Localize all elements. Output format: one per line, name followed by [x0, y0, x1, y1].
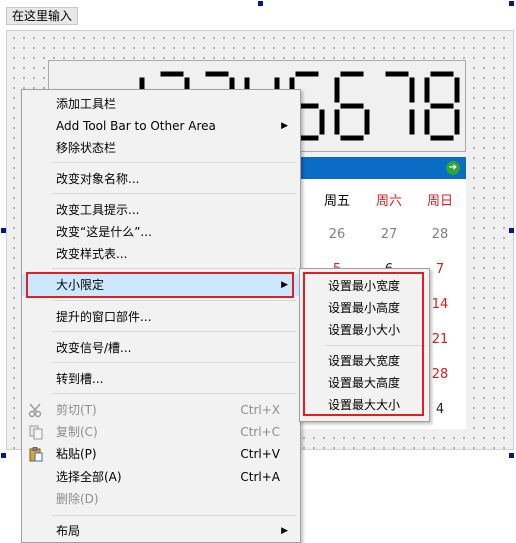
- highlight-annotation-box: [26, 272, 294, 298]
- lcd-segment: [429, 134, 455, 142]
- selection-handle[interactable]: [509, 228, 514, 233]
- submenu-arrow-icon: ▶: [281, 526, 288, 536]
- scissors-icon: [28, 403, 42, 418]
- selection-handle[interactable]: [509, 453, 514, 458]
- lcd-segment: [339, 70, 365, 78]
- menu-item-promoted-widgets[interactable]: 提升的窗口部件...: [22, 306, 300, 328]
- calendar-day-cell[interactable]: 26: [317, 227, 357, 242]
- lcd-segment: [339, 134, 365, 142]
- lcd-segment: [408, 76, 416, 104]
- menu-separator: [52, 331, 296, 332]
- menu-item-change-object-name[interactable]: 改变对象名称...: [22, 168, 300, 190]
- selection-handle[interactable]: [1, 228, 6, 233]
- menu-item-change-signals-slots[interactable]: 改变信号/槽...: [22, 337, 300, 359]
- submenu-arrow-icon: ▶: [281, 121, 288, 131]
- lcd-segment: [363, 108, 371, 136]
- lcd-segment: [339, 102, 365, 110]
- selection-handle[interactable]: [258, 1, 263, 6]
- lcd-segment: [423, 76, 431, 104]
- lcd-segment: [294, 70, 320, 78]
- lcd-segment: [159, 70, 185, 78]
- calendar-weekday-header: 周日: [426, 194, 453, 209]
- context-menu: 添加工具栏 Add Tool Bar to Other Area ▶ 移除状态栏 …: [21, 89, 301, 543]
- selection-handle[interactable]: [509, 1, 514, 6]
- menu-item-change-stylesheet[interactable]: 改变样式表...: [22, 243, 300, 265]
- lcd-segment: [318, 108, 326, 136]
- calendar-weekday-header: 周五: [323, 194, 350, 209]
- menu-separator: [52, 193, 296, 194]
- paste-icon: [29, 447, 43, 462]
- type-here-menu-placeholder[interactable]: 在这里输入: [6, 7, 79, 25]
- menu-item-select-all[interactable]: 选择全部(A) Ctrl+A: [22, 466, 300, 488]
- lcd-segment: [453, 108, 461, 136]
- selection-handle[interactable]: [1, 453, 6, 458]
- form-menubar-area: 在这里输入: [0, 0, 516, 28]
- calendar-day-cell[interactable]: 27: [369, 227, 409, 242]
- menu-item-change-tooltip[interactable]: 改变工具提示...: [22, 199, 300, 221]
- menu-item-paste[interactable]: 粘贴(P) Ctrl+V: [22, 443, 300, 465]
- lcd-segment: [429, 70, 455, 78]
- lcd-segment: [408, 108, 416, 136]
- lcd-segment: [423, 108, 431, 136]
- lcd-segment: [429, 102, 455, 110]
- menu-separator: [52, 162, 296, 163]
- menu-item-cut[interactable]: 剪切(T) Ctrl+X: [22, 399, 300, 421]
- menu-separator: [52, 393, 296, 394]
- calendar-day-cell[interactable]: 28: [420, 227, 460, 242]
- menu-separator: [52, 362, 296, 363]
- lcd-segment: [333, 76, 341, 104]
- menu-item-copy[interactable]: 复制(C) Ctrl+C: [22, 421, 300, 443]
- calendar-weekday-header: 周六: [375, 194, 402, 209]
- calendar-nav-bar: ➔: [296, 157, 466, 179]
- lcd-segment: [204, 70, 230, 78]
- highlight-annotation-box: [303, 272, 424, 416]
- menu-item-layout[interactable]: 布局 ▶: [22, 520, 300, 542]
- copy-icon: [29, 425, 43, 440]
- lcd-segment: [333, 108, 341, 136]
- menu-separator: [52, 268, 296, 269]
- menu-item-add-toolbar-other-area[interactable]: Add Tool Bar to Other Area ▶: [22, 115, 300, 137]
- menu-item-delete[interactable]: 删除(D): [22, 488, 300, 510]
- menu-separator: [52, 300, 296, 301]
- arrow-right-icon[interactable]: ➔: [446, 161, 460, 175]
- menu-item-go-to-slot[interactable]: 转到槽...: [22, 368, 300, 390]
- menu-item-add-toolbar[interactable]: 添加工具栏: [22, 93, 300, 115]
- menu-separator: [52, 515, 296, 516]
- lcd-segment: [384, 70, 410, 78]
- menu-item-remove-statusbar[interactable]: 移除状态栏: [22, 137, 300, 159]
- menu-item-change-whats-this[interactable]: 改变“这是什么”...: [22, 221, 300, 243]
- lcd-segment: [453, 76, 461, 104]
